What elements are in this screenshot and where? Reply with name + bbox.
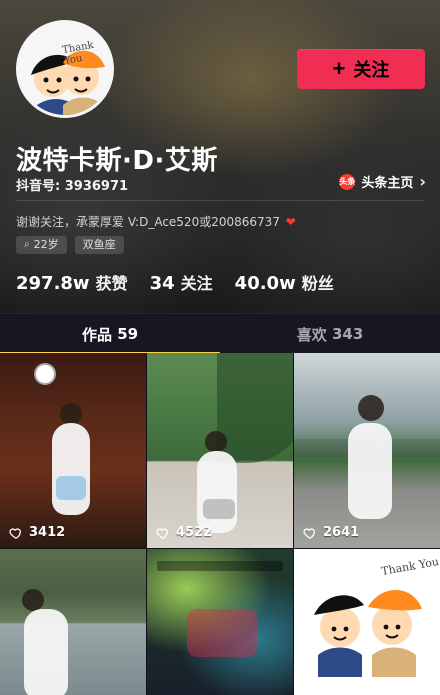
heart-outline-icon [156, 527, 168, 539]
search-icon: ⌕ [24, 239, 30, 250]
tab-works-count: 59 [117, 325, 139, 343]
toutiao-homepage-link[interactable]: 头条 头条主页 › [339, 172, 426, 191]
tag-age-text: 22岁 [33, 238, 59, 251]
tag-zodiac: 双鱼座 [74, 236, 124, 254]
thumbnail-head [60, 403, 82, 425]
thumbnail-illustration: Thank You [294, 549, 440, 695]
tag-age: ⌕ 22岁 [16, 236, 67, 254]
thumbnail-tree [217, 353, 293, 463]
thumbnail-person [52, 423, 90, 515]
video-likes-count: 4522 [176, 525, 213, 540]
douyin-id-label: 抖音号: [16, 179, 61, 194]
video-tile[interactable]: 3412 [0, 353, 146, 548]
tab-likes[interactable]: 喜欢 343 [220, 314, 440, 354]
avatar[interactable]: Thank You [16, 20, 114, 118]
stat-following[interactable]: 34 关注 [150, 270, 213, 294]
thumbnail-ball [34, 363, 56, 385]
thumbnail-person [348, 423, 392, 519]
chevron-right-icon: › [419, 171, 426, 191]
thumbnail-head [358, 395, 384, 421]
douyin-id: 3936971 [64, 179, 129, 194]
avatar-illustration [19, 23, 111, 115]
profile-screen: Thank You + 关注 波特卡斯·D·艾斯 抖音号: 3936971 头条… [0, 0, 440, 695]
bio-content: 谢谢关注，承蒙厚爱 V:D_Ace520或200866737 [16, 215, 280, 229]
tab-likes-count: 343 [331, 325, 364, 343]
heart-outline-icon [9, 527, 21, 539]
stat-following-label: 关注 [180, 274, 213, 293]
thumbnail-game-effect [187, 609, 257, 657]
heart-emoji-icon: ❤ [285, 215, 296, 229]
profile-tabs: 作品 59 喜欢 343 [0, 313, 440, 354]
toutiao-link-label: 头条主页 [361, 176, 414, 191]
header-divider [16, 200, 424, 201]
video-thumbnail [0, 353, 146, 548]
thumbnail-pants [203, 499, 235, 519]
thumbnail-head [205, 431, 227, 453]
stat-likes[interactable]: 297.8w 获赞 [16, 270, 128, 294]
video-likes: 2641 [303, 525, 359, 540]
tag-zodiac-text: 双鱼座 [82, 238, 116, 251]
stat-followers-label: 粉丝 [301, 274, 334, 293]
profile-tags: ⌕ 22岁 双鱼座 [16, 236, 124, 254]
video-thumbnail [0, 549, 146, 695]
video-thumbnail [147, 353, 293, 548]
profile-name: 波特卡斯·D·艾斯 [16, 146, 218, 176]
video-tile[interactable]: 2641 [294, 353, 440, 548]
stat-followers[interactable]: 40.0w 粉丝 [235, 270, 334, 294]
thumbnail-person [197, 451, 237, 533]
follow-button-label: 关注 [353, 60, 390, 80]
video-thumbnail: Thank You [294, 549, 440, 695]
video-likes: 3412 [9, 525, 65, 540]
video-tile[interactable] [0, 549, 146, 695]
video-likes-count: 2641 [323, 525, 360, 540]
toutiao-icon: 头条 [339, 173, 356, 190]
tab-likes-label: 喜欢 [296, 325, 327, 344]
profile-stats: 297.8w 获赞 34 关注 40.0w 粉丝 [16, 270, 334, 294]
video-thumbnail [294, 353, 440, 548]
profile-header: Thank You + 关注 波特卡斯·D·艾斯 抖音号: 3936971 头条… [0, 0, 440, 313]
stat-likes-value: 297.8w [16, 273, 90, 294]
douyin-id-line: 抖音号: 3936971 [16, 175, 128, 194]
stat-likes-label: 获赞 [95, 274, 128, 293]
video-grid: 3412 4522 2641 Thank You [0, 353, 440, 695]
thumbnail-pants [56, 476, 86, 500]
tab-works-label: 作品 [81, 325, 112, 344]
thumbnail-game-hud [157, 561, 283, 571]
plus-icon: + [332, 56, 346, 81]
video-likes: 4522 [156, 525, 212, 540]
follow-button[interactable]: + 关注 [297, 49, 425, 89]
stat-following-value: 34 [149, 273, 175, 294]
bio-text: 谢谢关注，承蒙厚爱 V:D_Ace520或200866737 ❤ [16, 213, 298, 230]
stat-followers-value: 40.0w [234, 273, 296, 294]
heart-outline-icon [303, 527, 315, 539]
video-likes-count: 3412 [29, 525, 66, 540]
video-tile[interactable]: 4522 [147, 353, 293, 548]
thumbnail-person [24, 609, 68, 695]
tab-works[interactable]: 作品 59 [0, 314, 220, 354]
video-thumbnail [147, 549, 293, 695]
video-tile[interactable] [147, 549, 293, 695]
thumbnail-head [22, 589, 44, 611]
video-tile[interactable]: Thank You [294, 549, 440, 695]
